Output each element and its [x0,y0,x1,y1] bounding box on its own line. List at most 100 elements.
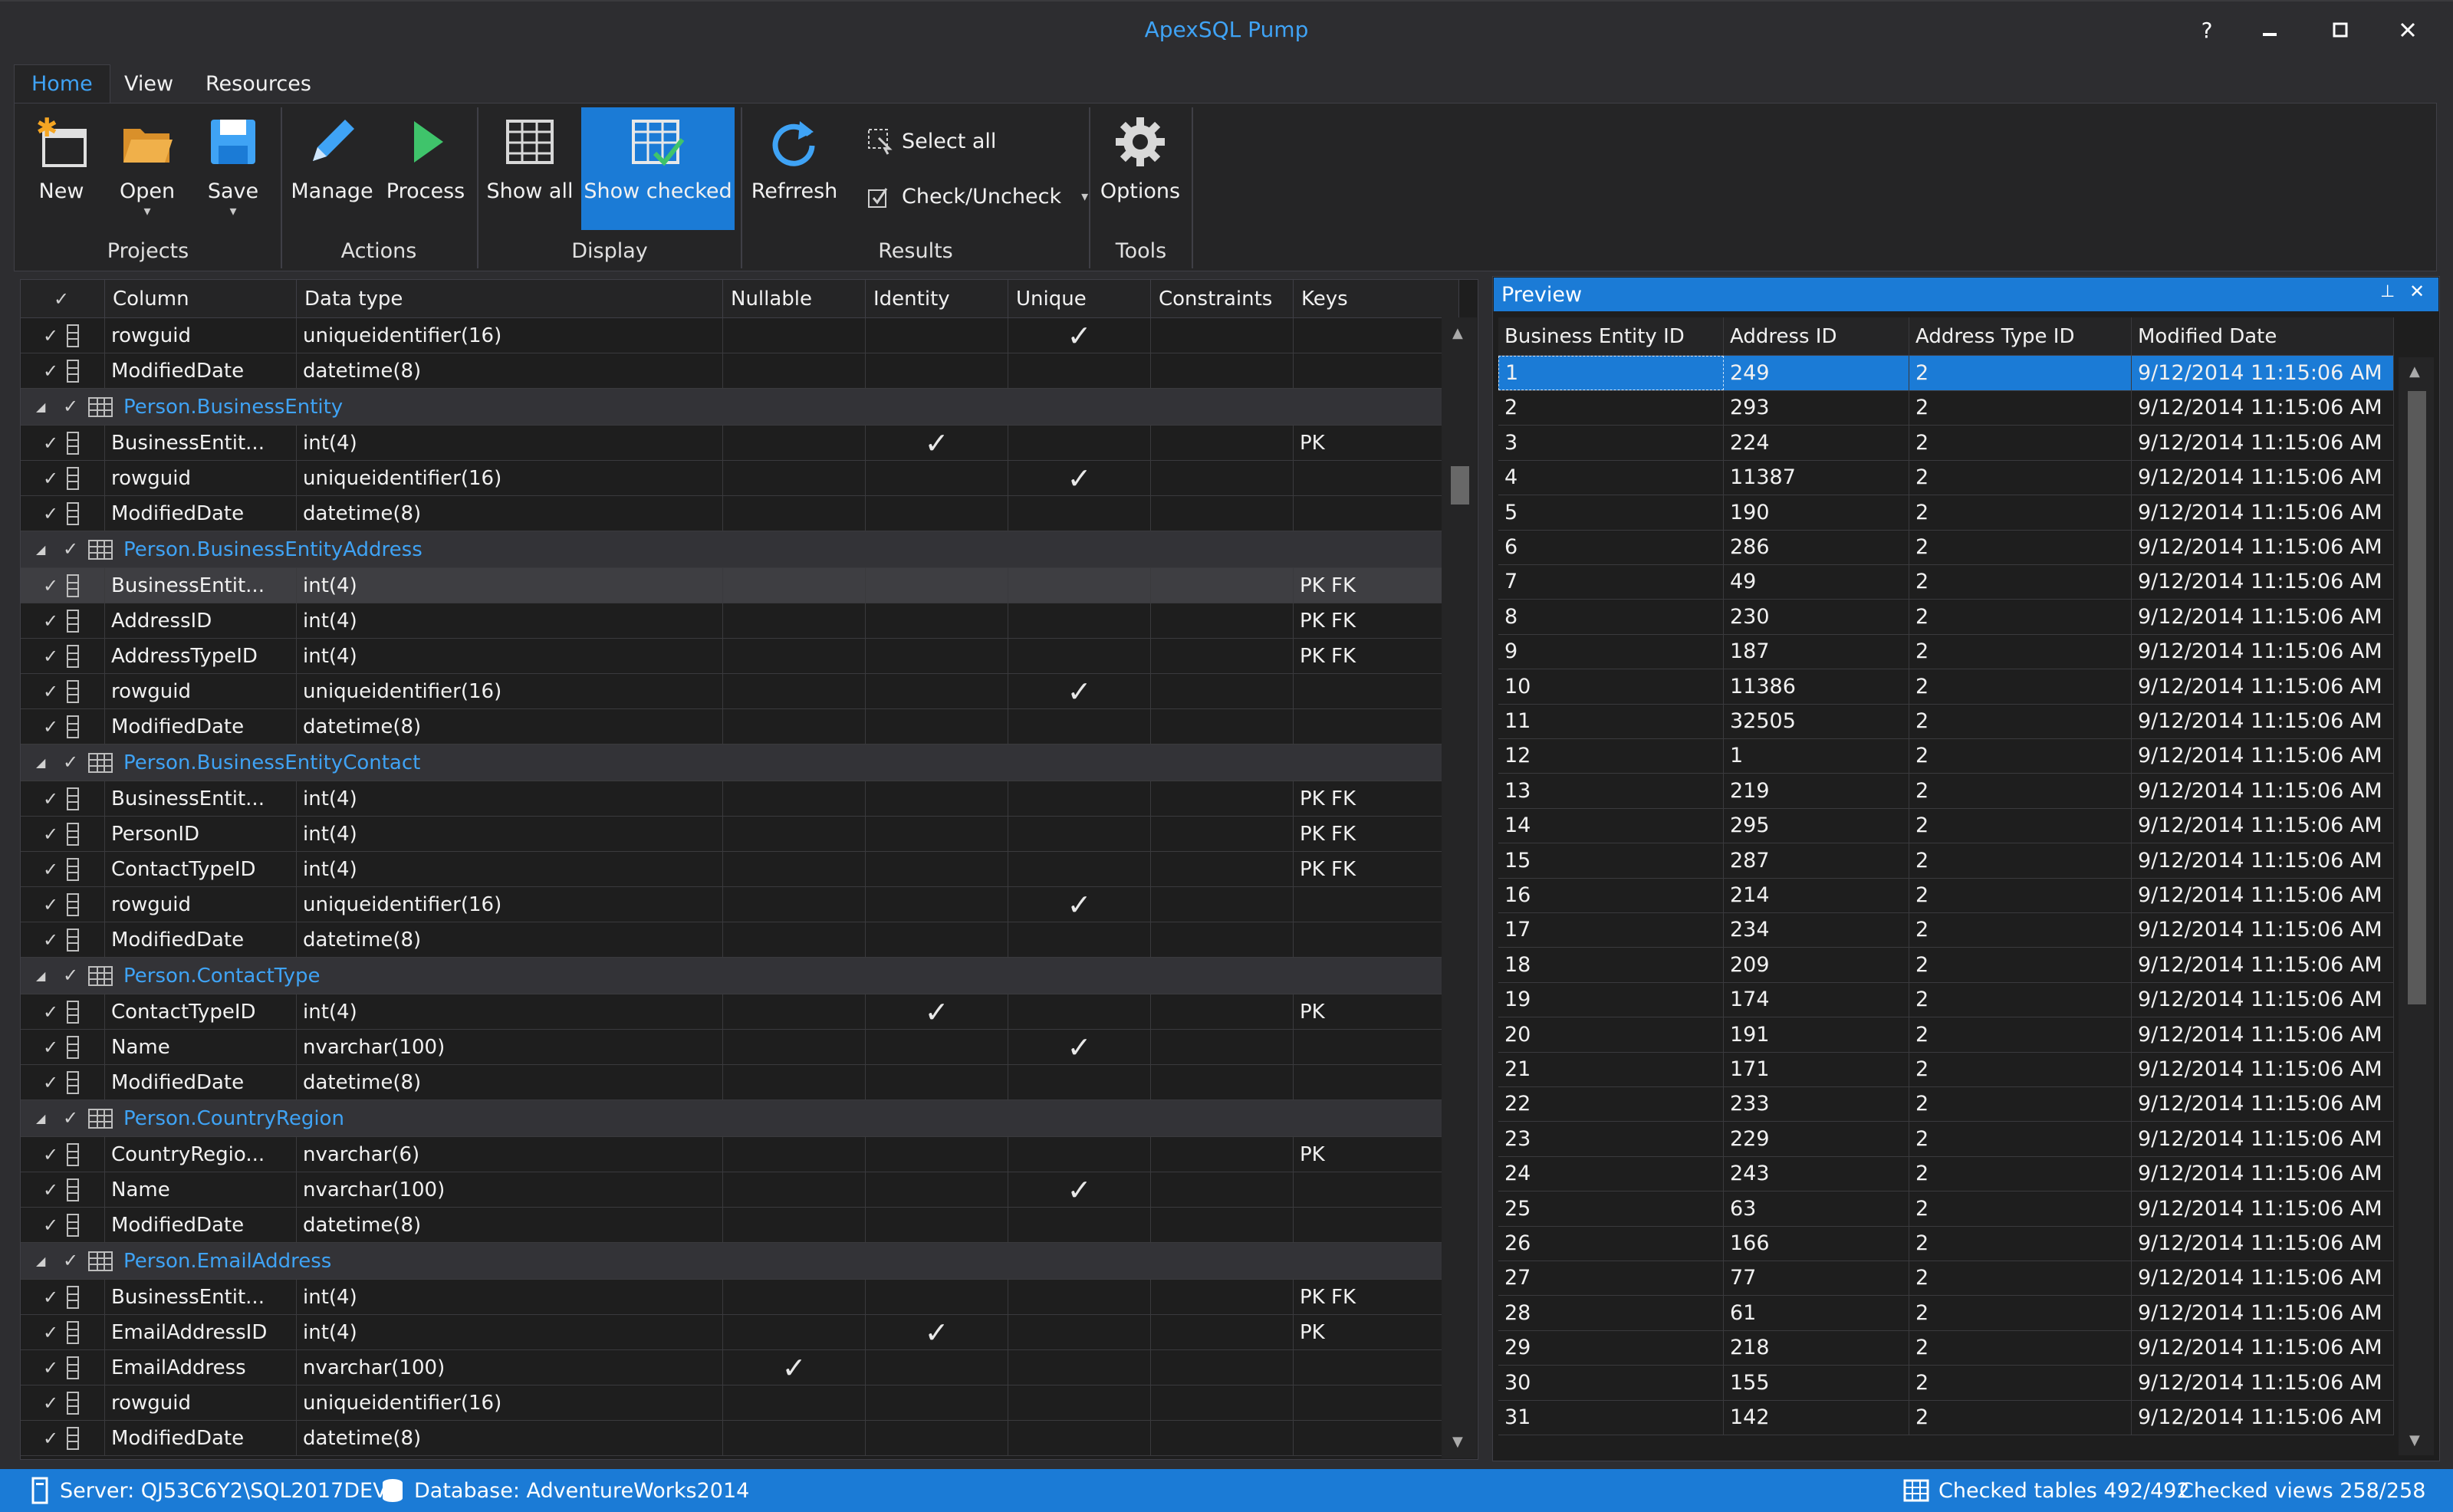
table-row[interactable]: ✓ ContactTypeID int(4) ✓ PK [21,994,1459,1030]
nullable-cell[interactable] [723,1137,866,1172]
table-row[interactable]: ✓ ModifiedDate datetime(8) [21,1208,1459,1243]
collapse-icon[interactable]: ◢ [36,399,45,414]
new-button[interactable]: ✱ New [21,107,101,230]
header-check-all[interactable]: ✓ [21,280,105,318]
identity-cell[interactable] [866,461,1008,495]
checkbox-checked-icon[interactable]: ✓ [41,788,61,810]
preview-scrollbar[interactable]: ▲ ▼ [2399,357,2434,1455]
unique-cell[interactable] [1008,922,1151,957]
header-keys[interactable]: Keys [1294,280,1459,318]
preview-header-business-entity-id[interactable]: Business Entity ID [1498,317,1724,355]
nullable-cell[interactable] [723,1421,866,1455]
table-row[interactable]: ✓ EmailAddressID int(4) ✓ PK [21,1315,1459,1350]
table-row[interactable]: ✓ rowguid uniqueidentifier(16) ✓ [21,887,1459,922]
checkbox-checked-icon[interactable]: ✓ [41,468,61,489]
collapse-icon[interactable]: ◢ [36,1111,45,1126]
checkbox-checked-icon[interactable]: ✓ [41,1001,61,1023]
nullable-cell[interactable] [723,318,866,353]
preview-row[interactable]: 10 11386 2 9/12/2014 11:15:06 AM [1498,669,2394,705]
identity-cell[interactable] [866,1172,1008,1207]
table-row[interactable]: ✓ ModifiedDate datetime(8) [21,922,1459,958]
table-name-link[interactable]: Person.CountryRegion [123,1100,344,1136]
tab-view[interactable]: View [107,64,190,103]
checkbox-checked-icon[interactable]: ✓ [41,646,61,667]
identity-cell[interactable] [866,1421,1008,1455]
unique-cell[interactable] [1008,1385,1151,1420]
preview-header-modified-date[interactable]: Modified Date [2132,317,2394,355]
pin-icon[interactable]: ⊥ [2380,282,2395,301]
identity-cell[interactable] [866,1208,1008,1242]
preview-row[interactable]: 16 214 2 9/12/2014 11:15:06 AM [1498,878,2394,913]
nullable-cell[interactable] [723,1065,866,1099]
tab-resources[interactable]: Resources [189,64,328,103]
table-row[interactable]: ✓ ModifiedDate datetime(8) [21,1065,1459,1100]
process-button[interactable]: Process [382,107,469,230]
nullable-cell[interactable] [723,568,866,603]
checkbox-checked-icon[interactable]: ✓ [41,1392,61,1414]
close-button[interactable] [2377,11,2438,49]
preview-row[interactable]: 27 77 2 9/12/2014 11:15:06 AM [1498,1261,2394,1297]
table-row[interactable]: ✓ BusinessEntit... int(4) PK FK [21,1280,1459,1315]
nullable-cell[interactable] [723,1315,866,1349]
collapse-icon[interactable]: ◢ [36,542,45,557]
checkbox-checked-icon[interactable]: ✓ [41,1428,61,1449]
table-name-link[interactable]: Person.BusinessEntity [123,389,343,425]
select-all-button[interactable]: Select all [866,124,996,158]
unique-cell[interactable] [1008,781,1151,816]
preview-row[interactable]: 6 286 2 9/12/2014 11:15:06 AM [1498,530,2394,565]
nullable-cell[interactable] [723,639,866,673]
unique-cell[interactable]: ✓ [1008,461,1151,495]
checkbox-checked-icon[interactable]: ✓ [41,1179,61,1201]
checkbox-checked-icon[interactable]: ✓ [61,965,81,986]
header-data-type[interactable]: Data type [297,280,723,318]
nullable-cell[interactable] [723,426,866,460]
preview-row[interactable]: 4 11387 2 9/12/2014 11:15:06 AM [1498,460,2394,496]
checkbox-checked-icon[interactable]: ✓ [41,1322,61,1343]
checkbox-checked-icon[interactable]: ✓ [61,751,81,773]
unique-cell[interactable]: ✓ [1008,318,1151,353]
checkbox-checked-icon[interactable]: ✓ [51,288,71,310]
checkbox-checked-icon[interactable]: ✓ [41,1072,61,1093]
checkbox-checked-icon[interactable]: ✓ [61,538,81,560]
identity-cell[interactable] [866,1137,1008,1172]
preview-row[interactable]: 5 190 2 9/12/2014 11:15:06 AM [1498,495,2394,531]
table-row[interactable]: ✓ AddressTypeID int(4) PK FK [21,639,1459,674]
header-column[interactable]: Column [105,280,297,318]
identity-cell[interactable] [866,887,1008,922]
nullable-cell[interactable] [723,709,866,744]
checkbox-checked-icon[interactable]: ✓ [61,1107,81,1129]
checkbox-checked-icon[interactable]: ✓ [41,432,61,454]
preview-row[interactable]: 23 229 2 9/12/2014 11:15:06 AM [1498,1121,2394,1157]
identity-cell[interactable]: ✓ [866,1315,1008,1349]
collapse-icon[interactable]: ◢ [36,755,45,770]
table-group-row[interactable]: ◢ ✓ Person.BusinessEntity [21,389,1459,426]
preview-row[interactable]: 28 61 2 9/12/2014 11:15:06 AM [1498,1295,2394,1331]
nullable-cell[interactable] [723,817,866,851]
unique-cell[interactable]: ✓ [1008,1030,1151,1064]
tab-home[interactable]: Home [14,64,110,103]
maximize-button[interactable] [2310,11,2371,49]
checkbox-checked-icon[interactable]: ✓ [61,1250,81,1271]
collapse-icon[interactable]: ◢ [36,968,45,983]
unique-cell[interactable] [1008,1350,1151,1385]
table-row[interactable]: ✓ EmailAddress nvarchar(100) ✓ [21,1350,1459,1385]
minimize-button[interactable] [2239,11,2300,49]
unique-cell[interactable] [1008,639,1151,673]
table-row[interactable]: ✓ PersonID int(4) PK FK [21,817,1459,852]
preview-row[interactable]: 20 191 2 9/12/2014 11:15:06 AM [1498,1017,2394,1053]
preview-row[interactable]: 21 171 2 9/12/2014 11:15:06 AM [1498,1052,2394,1087]
checkbox-checked-icon[interactable]: ✓ [41,929,61,951]
checkbox-checked-icon[interactable]: ✓ [41,859,61,880]
table-name-link[interactable]: Person.EmailAddress [123,1243,331,1279]
help-button[interactable]: ? [2176,11,2238,49]
preview-row[interactable]: 19 174 2 9/12/2014 11:15:06 AM [1498,982,2394,1018]
table-group-row[interactable]: ◢ ✓ Person.BusinessEntityContact [21,744,1459,781]
preview-row[interactable]: 14 295 2 9/12/2014 11:15:06 AM [1498,808,2394,844]
table-row[interactable]: ✓ BusinessEntit... int(4) ✓ PK [21,426,1459,461]
preview-close-icon[interactable]: ✕ [2409,281,2425,302]
identity-cell[interactable] [866,1385,1008,1420]
unique-cell[interactable]: ✓ [1008,1172,1151,1207]
identity-cell[interactable] [866,603,1008,638]
nullable-cell[interactable] [723,1172,866,1207]
table-row[interactable]: ✓ ModifiedDate datetime(8) [21,1421,1459,1456]
